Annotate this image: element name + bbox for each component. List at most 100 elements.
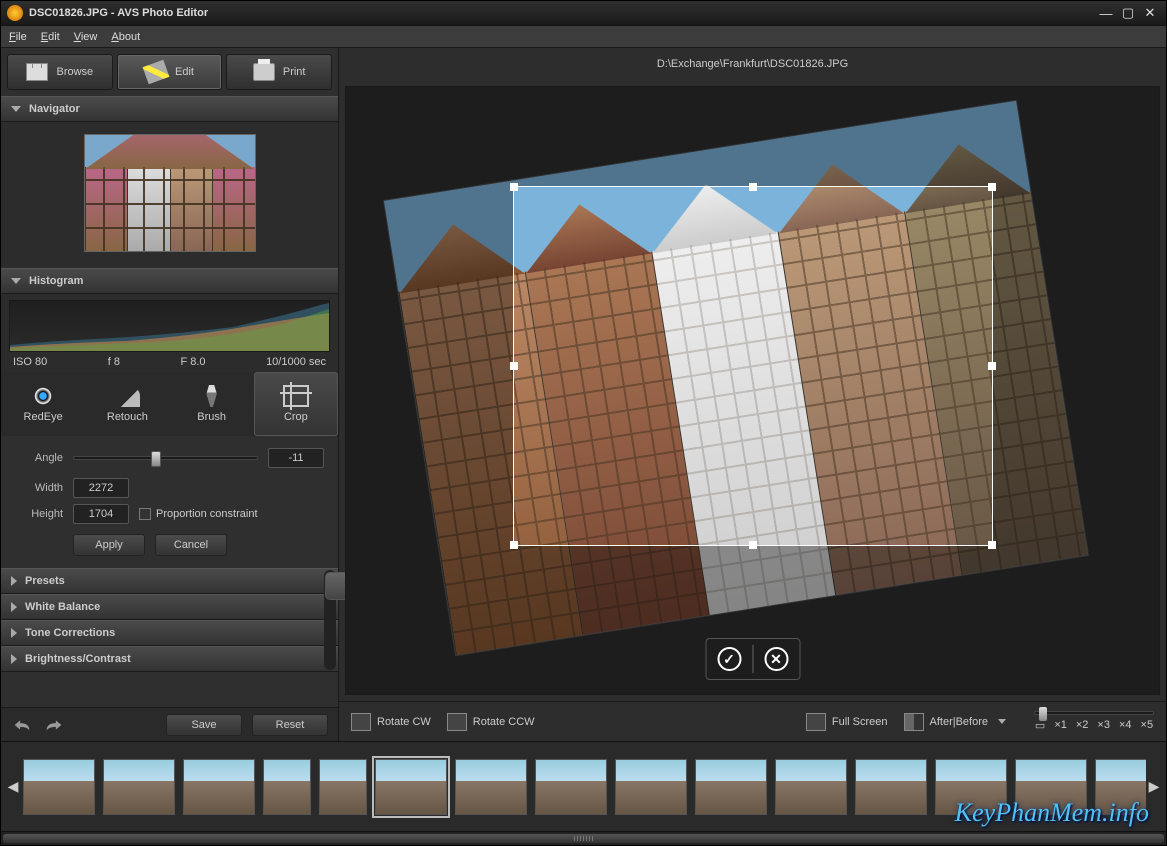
menu-view[interactable]: View bbox=[74, 31, 98, 43]
crop-handle-bl[interactable] bbox=[510, 541, 518, 549]
maximize-button[interactable]: ▢ bbox=[1118, 5, 1138, 21]
tool-crop[interactable]: Crop bbox=[254, 372, 338, 436]
panel-presets-title: Presets bbox=[25, 575, 65, 587]
thumbnail-list bbox=[21, 755, 1146, 819]
proportion-checkbox[interactable] bbox=[139, 508, 151, 520]
minimize-button[interactable]: — bbox=[1096, 5, 1116, 21]
panel-navigator-body bbox=[1, 122, 338, 268]
navigator-thumbnail[interactable] bbox=[84, 134, 256, 252]
chevron-right-icon bbox=[11, 576, 17, 586]
undo-button[interactable] bbox=[11, 717, 33, 733]
main-area: Browse Edit Print Navigator bbox=[1, 48, 1166, 741]
angle-slider-thumb[interactable] bbox=[151, 451, 161, 467]
thumbnail[interactable] bbox=[535, 759, 607, 815]
tools-row: RedEye Retouch Brush Crop bbox=[1, 372, 338, 436]
thumbnail[interactable] bbox=[855, 759, 927, 815]
tool-retouch[interactable]: Retouch bbox=[85, 372, 169, 436]
panel-tonecorrections-header[interactable]: Tone Corrections bbox=[1, 620, 338, 646]
zoom-x3[interactable]: ×3 bbox=[1097, 719, 1110, 732]
thumbnail[interactable] bbox=[23, 759, 95, 815]
menu-about[interactable]: About bbox=[111, 31, 140, 43]
cancel-crop-button[interactable]: ✕ bbox=[757, 643, 795, 675]
menu-file[interactable]: File bbox=[9, 31, 27, 43]
fullscreen-button[interactable]: Full Screen bbox=[806, 713, 888, 731]
panel-tone-title: Tone Corrections bbox=[25, 627, 115, 639]
width-value[interactable]: 2272 bbox=[73, 478, 129, 498]
divider bbox=[752, 645, 753, 673]
panel-brightness-header[interactable]: Brightness/Contrast bbox=[1, 646, 338, 672]
zoom-slider[interactable] bbox=[1034, 711, 1154, 715]
sidebar-scrollbar[interactable] bbox=[324, 570, 336, 670]
image-viewport[interactable]: ✓ ✕ bbox=[345, 86, 1160, 695]
mode-browse[interactable]: Browse bbox=[7, 54, 113, 90]
thumbnail[interactable] bbox=[455, 759, 527, 815]
apply-button[interactable]: Apply bbox=[73, 534, 145, 556]
fullscreen-label: Full Screen bbox=[832, 716, 888, 728]
tool-redeye[interactable]: RedEye bbox=[1, 372, 85, 436]
thumbnail[interactable] bbox=[103, 759, 175, 815]
thumbnail-strip: ◀ ▶ bbox=[1, 741, 1166, 831]
rotate-cw-button[interactable]: Rotate CW bbox=[351, 713, 431, 731]
crop-handle-tm[interactable] bbox=[749, 183, 757, 191]
bottom-scroll-thumb[interactable] bbox=[3, 834, 1164, 843]
strip-prev-button[interactable]: ◀ bbox=[5, 759, 21, 815]
save-button[interactable]: Save bbox=[166, 714, 242, 736]
thumbnail[interactable] bbox=[775, 759, 847, 815]
tool-brush[interactable]: Brush bbox=[170, 372, 254, 436]
thumbnail[interactable] bbox=[263, 759, 311, 815]
thumbnail[interactable] bbox=[375, 759, 447, 815]
zoom-x5[interactable]: ×5 bbox=[1141, 719, 1154, 732]
zoom-x1[interactable]: ×1 bbox=[1054, 719, 1067, 732]
thumbnail[interactable] bbox=[319, 759, 367, 815]
chevron-right-icon bbox=[11, 654, 17, 664]
pencil-icon bbox=[143, 60, 170, 84]
crop-handle-tl[interactable] bbox=[510, 183, 518, 191]
after-before-toggle[interactable]: After|Before bbox=[904, 713, 1007, 731]
angle-slider[interactable] bbox=[73, 456, 258, 460]
crop-handle-br[interactable] bbox=[988, 541, 996, 549]
thumbnail[interactable] bbox=[183, 759, 255, 815]
rotate-ccw-icon bbox=[447, 713, 467, 731]
brush-icon bbox=[199, 385, 225, 407]
confirm-crop-button[interactable]: ✓ bbox=[710, 643, 748, 675]
menu-edit[interactable]: Edit bbox=[41, 31, 60, 43]
crop-handle-mr[interactable] bbox=[988, 362, 996, 370]
tool-redeye-label: RedEye bbox=[24, 411, 63, 423]
panel-navigator-title: Navigator bbox=[29, 103, 80, 115]
crop-handle-ml[interactable] bbox=[510, 362, 518, 370]
retouch-icon bbox=[114, 385, 140, 407]
split-icon bbox=[904, 713, 924, 731]
crop-handle-bm[interactable] bbox=[749, 541, 757, 549]
panel-navigator-header[interactable]: Navigator bbox=[1, 96, 338, 122]
panel-histogram-header[interactable]: Histogram bbox=[1, 268, 338, 294]
mode-print[interactable]: Print bbox=[226, 54, 332, 90]
zoom-x4[interactable]: ×4 bbox=[1119, 719, 1132, 732]
bottom-scrollbar[interactable] bbox=[1, 831, 1166, 845]
thumbnail[interactable] bbox=[1095, 759, 1146, 815]
crop-frame[interactable] bbox=[513, 186, 993, 546]
close-button[interactable]: ✕ bbox=[1140, 5, 1160, 21]
thumbnail[interactable] bbox=[935, 759, 1007, 815]
thumbnail[interactable] bbox=[1015, 759, 1087, 815]
histo-fstop2: F 8.0 bbox=[180, 356, 205, 368]
panel-presets-header[interactable]: Presets bbox=[1, 568, 338, 594]
strip-next-button[interactable]: ▶ bbox=[1146, 759, 1162, 815]
angle-value[interactable]: -11 bbox=[268, 448, 324, 468]
canvas-area: D:\Exchange\Frankfurt\DSC01826.JPG bbox=[339, 48, 1166, 741]
sidebar-bottom: Save Reset bbox=[1, 707, 338, 741]
redo-button[interactable] bbox=[43, 717, 65, 733]
crop-handle-tr[interactable] bbox=[988, 183, 996, 191]
cancel-button[interactable]: Cancel bbox=[155, 534, 227, 556]
reset-button[interactable]: Reset bbox=[252, 714, 328, 736]
thumbnail[interactable] bbox=[615, 759, 687, 815]
height-value[interactable]: 1704 bbox=[73, 504, 129, 524]
mode-edit[interactable]: Edit bbox=[117, 54, 223, 90]
thumbnail[interactable] bbox=[695, 759, 767, 815]
panel-whitebalance-header[interactable]: White Balance bbox=[1, 594, 338, 620]
chevron-right-icon bbox=[11, 628, 17, 638]
rotate-ccw-button[interactable]: Rotate CCW bbox=[447, 713, 535, 731]
reset-label: Reset bbox=[276, 719, 305, 731]
panel-whitebalance-title: White Balance bbox=[25, 601, 100, 613]
zoom-slider-thumb[interactable] bbox=[1039, 707, 1047, 721]
zoom-x2[interactable]: ×2 bbox=[1076, 719, 1089, 732]
